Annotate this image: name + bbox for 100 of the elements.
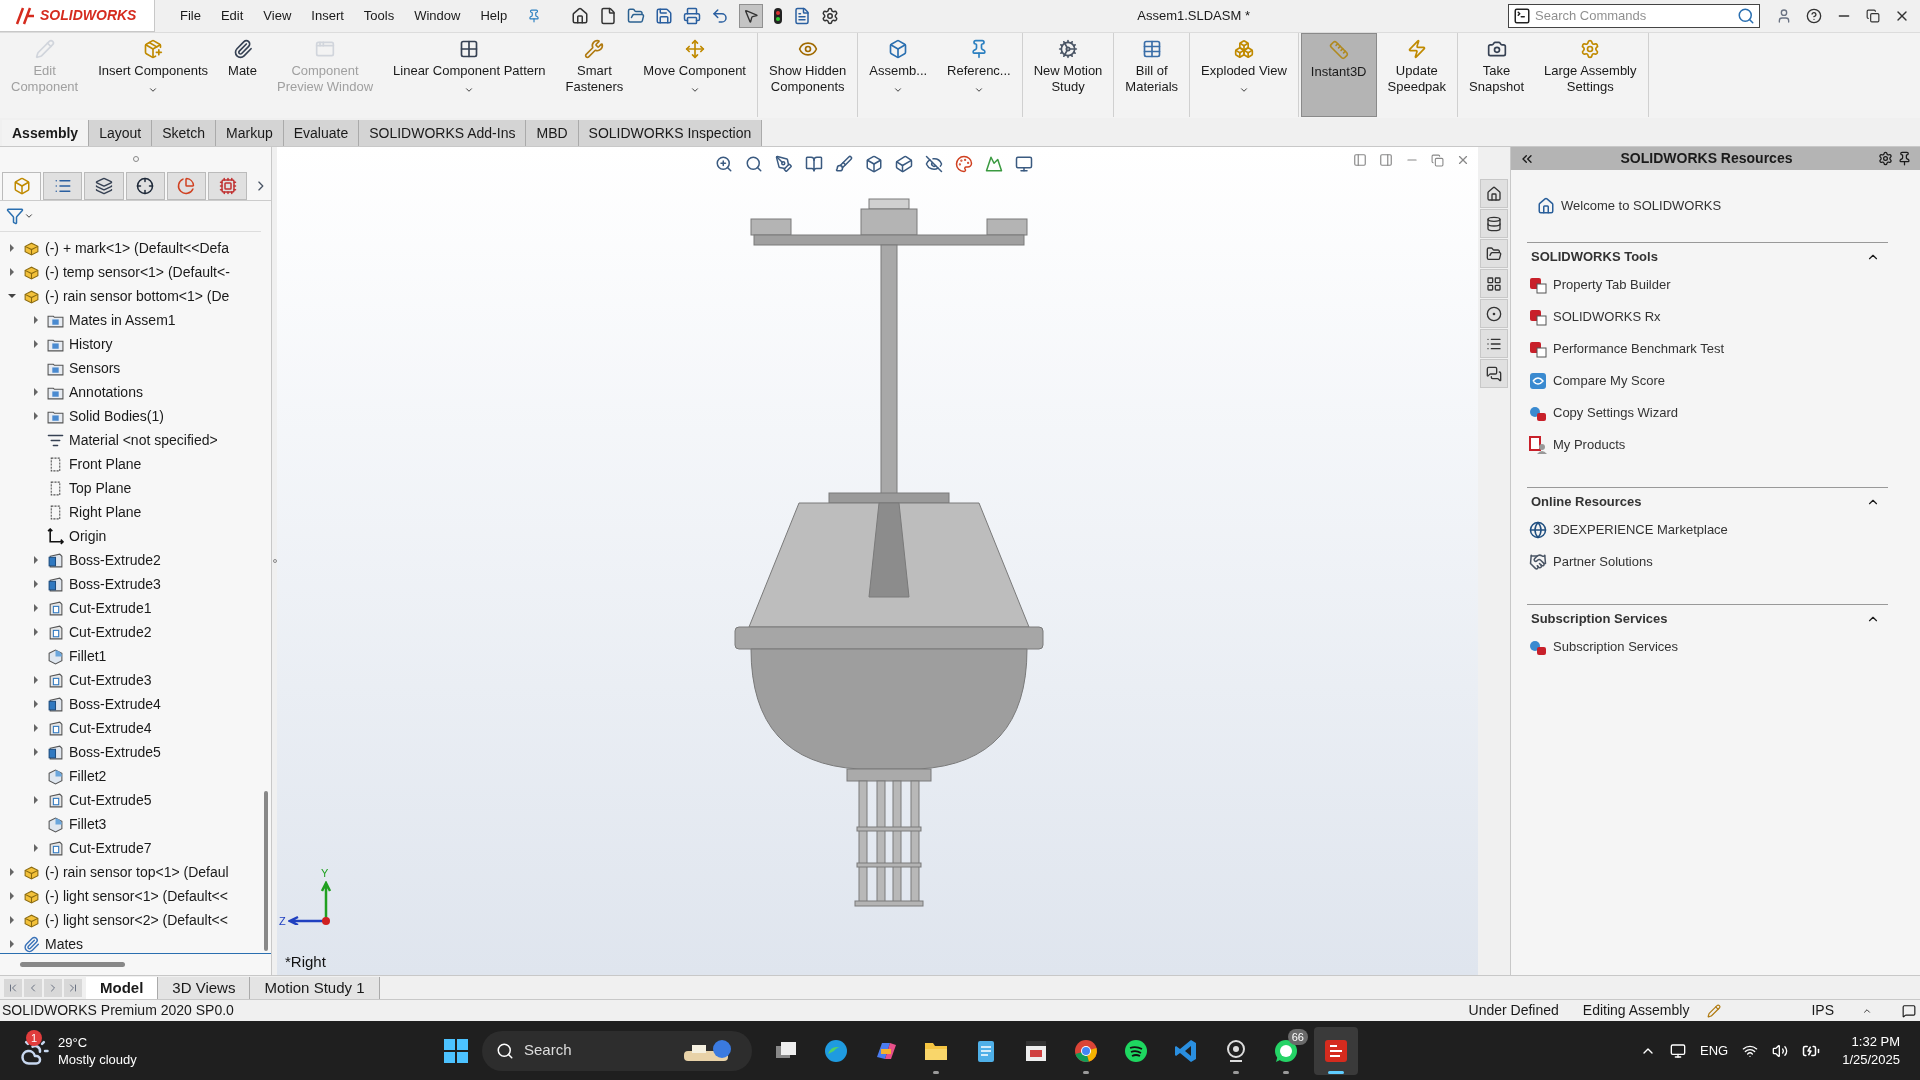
tree-item[interactable]: Solid Bodies(1) <box>0 404 261 428</box>
tree-item[interactable]: Cut-Extrude7 <box>0 836 261 860</box>
expand-arrow-icon[interactable] <box>8 940 16 948</box>
expand-arrow-icon[interactable] <box>8 916 16 924</box>
undo-icon[interactable] <box>711 7 730 25</box>
view-settings-icon[interactable] <box>1015 155 1033 173</box>
dynamic-annotation-icon[interactable] <box>835 155 853 173</box>
ribbon-button[interactable]: Show Hidden Components <box>760 33 856 117</box>
tree-item[interactable]: Right Plane <box>0 500 261 524</box>
appearance-icon[interactable] <box>1480 299 1508 328</box>
file-properties-icon[interactable] <box>793 7 812 25</box>
ribbon-button[interactable]: Exploded View <box>1192 33 1296 117</box>
expand-arrow-icon[interactable] <box>32 388 40 396</box>
bottom-tab[interactable]: Motion Study 1 <box>250 976 380 999</box>
restore-icon[interactable] <box>1866 9 1880 23</box>
clock-date[interactable]: 1/25/2025 <box>1842 1050 1900 1069</box>
volume-icon[interactable] <box>1772 1042 1789 1059</box>
resource-link[interactable]: Compare My Score <box>1553 371 1665 391</box>
tree-item[interactable]: (-) temp sensor<1> (Default<- <box>0 260 261 284</box>
search-commands-box[interactable]: Search Commands <box>1508 4 1760 28</box>
app-logo[interactable]: SOLIDWORKS <box>0 0 155 32</box>
tree-item[interactable]: Front Plane <box>0 452 261 476</box>
tree-item[interactable]: Cut-Extrude5 <box>0 788 261 812</box>
resource-link[interactable]: SOLIDWORKS Rx <box>1553 307 1661 327</box>
start-icon[interactable] <box>442 1036 470 1065</box>
expand-arrow-icon[interactable] <box>8 244 16 252</box>
ribbon-button[interactable]: Update Speedpak <box>1378 33 1456 117</box>
resource-link[interactable]: My Products <box>1553 435 1626 455</box>
tree-item[interactable]: Cut-Extrude2 <box>0 620 261 644</box>
save-icon[interactable] <box>655 7 674 25</box>
new-document-icon[interactable] <box>599 7 618 25</box>
options-icon[interactable] <box>821 7 840 25</box>
tree-item[interactable]: Cut-Extrude1 <box>0 596 261 620</box>
ribbon-button[interactable]: Mate <box>219 33 266 117</box>
select-tool[interactable] <box>739 4 764 28</box>
expand-arrow-icon[interactable] <box>32 748 40 756</box>
panel-left-icon[interactable] <box>1353 153 1367 167</box>
home-icon[interactable] <box>1480 179 1508 208</box>
tree-item[interactable]: Mates in Assem1 <box>0 308 261 332</box>
resource-link[interactable]: Subscription Services <box>1553 637 1678 657</box>
collapse-arrow-icon[interactable] <box>8 292 16 300</box>
panel-right-icon[interactable] <box>1379 153 1393 167</box>
tree-item[interactable]: Boss-Extrude4 <box>0 692 261 716</box>
tree-item[interactable]: Material <not specified> <box>0 428 261 452</box>
expand-arrow-icon[interactable] <box>32 556 40 564</box>
pin-icon[interactable] <box>1897 151 1912 166</box>
tree-item[interactable]: (-) light sensor<1> (Default<< <box>0 884 261 908</box>
tree-item[interactable]: Origin <box>0 524 261 548</box>
tree-item[interactable]: History <box>0 332 261 356</box>
menu-item[interactable]: Window <box>414 6 461 26</box>
panel-tab[interactable] <box>84 171 124 200</box>
menu-item[interactable]: Insert <box>311 6 344 26</box>
vertical-scrollbar[interactable] <box>264 791 268 951</box>
chat-icon[interactable] <box>1480 359 1508 388</box>
menu-item[interactable]: Tools <box>363 6 395 26</box>
tree-item[interactable]: (-) + mark<1> (Default<<Defa <box>0 236 261 260</box>
ribbon-button[interactable]: Instant3D <box>1300 33 1377 117</box>
resource-link[interactable]: Copy Settings Wizard <box>1553 403 1678 423</box>
filter-icon[interactable] <box>6 207 24 225</box>
tree-item[interactable]: Sensors <box>0 356 261 380</box>
tree-item[interactable]: Mates <box>0 932 261 953</box>
display-style-icon[interactable] <box>895 155 913 173</box>
open-folder-icon[interactable] <box>627 7 646 25</box>
traffic-light-icon[interactable] <box>773 7 784 25</box>
command-tab[interactable]: Sketch <box>152 120 216 146</box>
rebuild-icon[interactable] <box>1707 1003 1722 1018</box>
view-orientation-icon[interactable] <box>865 155 883 173</box>
expand-arrow-icon[interactable] <box>32 796 40 804</box>
ribbon-button[interactable]: Take Snapshot <box>1460 33 1533 117</box>
settings-icon[interactable] <box>1878 151 1893 166</box>
zoom-to-fit-icon[interactable] <box>715 155 733 173</box>
taskbar-search-box[interactable]: Search <box>482 1030 752 1071</box>
tooltip-icon[interactable] <box>1902 1003 1916 1018</box>
search-commands-field[interactable]: Search Commands <box>1535 6 1737 26</box>
expand-arrow-icon[interactable] <box>8 268 16 276</box>
welcome-link[interactable]: Welcome to SOLIDWORKS <box>1561 196 1722 216</box>
expand-arrow-icon[interactable] <box>32 628 40 636</box>
print-icon[interactable] <box>683 7 702 25</box>
appearance-icon[interactable] <box>955 155 973 173</box>
horizontal-scrollbar[interactable] <box>20 962 125 967</box>
clock-time[interactable]: 1:32 PM <box>1851 1032 1900 1051</box>
bottom-tab[interactable]: Model <box>86 976 159 999</box>
expand-arrow-icon[interactable] <box>32 676 40 684</box>
folder-icon[interactable] <box>1480 239 1508 268</box>
tree-item[interactable]: Cut-Extrude4 <box>0 716 261 740</box>
expand-arrow-icon[interactable] <box>8 892 16 900</box>
user-icon[interactable] <box>1776 8 1792 24</box>
expand-arrow-icon[interactable] <box>8 868 16 876</box>
taskbar-app[interactable]: 66 <box>1264 1026 1308 1075</box>
ribbon-button[interactable]: Move Component <box>634 33 755 117</box>
caret-icon[interactable] <box>24 211 34 221</box>
ribbon-button[interactable]: Large Assembly Settings <box>1535 33 1646 117</box>
resource-link[interactable]: Performance Benchmark Test <box>1553 339 1724 359</box>
command-tab[interactable]: Evaluate <box>283 120 360 146</box>
tree-item[interactable]: Boss-Extrude2 <box>0 548 261 572</box>
menu-item[interactable]: Help <box>480 6 508 26</box>
tree-item[interactable]: Fillet2 <box>0 764 261 788</box>
scene-icon[interactable] <box>985 155 1003 173</box>
panel-tab[interactable] <box>125 171 165 200</box>
expand-arrow-icon[interactable] <box>32 604 40 612</box>
